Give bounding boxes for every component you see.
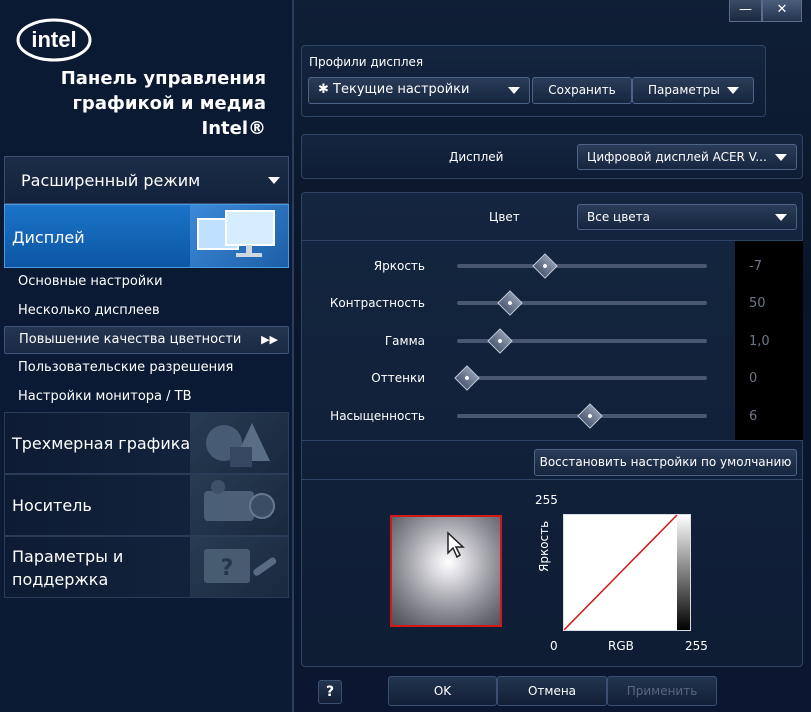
slider-value: -7 xyxy=(749,259,762,274)
slider-value: 50 xyxy=(749,296,766,311)
mode-selector[interactable]: Расширенный режим xyxy=(4,156,289,204)
graph-y-label: Яркость xyxy=(537,520,551,572)
gamma-curve xyxy=(563,514,690,631)
chevron-down-icon xyxy=(775,154,787,161)
graph-x-min: 0 xyxy=(550,639,558,653)
color-channel-value: Все цвета xyxy=(587,210,650,224)
nav-3d-graphics[interactable]: Трехмерная графика xyxy=(4,412,289,474)
close-button[interactable]: ✕ xyxy=(762,0,802,22)
nav-media[interactable]: Носитель xyxy=(4,474,289,536)
chevron-down-icon xyxy=(775,214,787,221)
intel-logo-text: intel xyxy=(31,27,76,52)
shapes-3d-icon xyxy=(190,413,288,473)
help-button[interactable]: ? xyxy=(318,680,342,704)
fast-forward-icon: ▶▶ xyxy=(261,333,278,346)
slider-label: Гамма xyxy=(384,334,425,348)
profile-dropdown-value: ✱ Текущие настройки xyxy=(318,82,470,97)
nav-color-enhancement-label: Повышение качества цветности xyxy=(19,332,242,347)
cancel-button[interactable]: Отмена xyxy=(497,676,607,706)
app-title: Панель управления графикой и медиа Intel… xyxy=(6,66,266,141)
brightness-slider[interactable] xyxy=(457,253,707,279)
options-button-label: Параметры xyxy=(648,83,720,97)
nav-multiple-displays[interactable]: Несколько дисплеев xyxy=(4,297,289,325)
contrast-slider[interactable] xyxy=(457,290,707,316)
hue-slider[interactable] xyxy=(454,365,707,391)
chevron-down-icon xyxy=(727,87,739,94)
divider xyxy=(302,479,802,480)
control-panel-window: — ✕ intel Панель управления графикой и м… xyxy=(0,0,811,712)
help-tools-icon: ? xyxy=(190,537,288,597)
nav-media-label: Носитель xyxy=(12,496,92,515)
slider-value: 0 xyxy=(749,371,758,386)
monitors-icon xyxy=(190,205,288,267)
app-title-line1: Панель управления xyxy=(60,68,266,89)
nav-color-enhancement[interactable]: Повышение качества цветности ▶▶ xyxy=(4,326,289,354)
profile-dropdown[interactable]: ✱ Текущие настройки xyxy=(308,77,530,104)
app-title-line2: графикой и медиа xyxy=(72,93,266,114)
app-title-line3: Intel® xyxy=(201,118,267,139)
nav-custom-resolutions[interactable]: Пользовательские разрешения xyxy=(4,354,289,382)
chevron-down-icon xyxy=(508,87,520,94)
divider xyxy=(302,240,802,241)
graph-x-max: 255 xyxy=(685,639,708,653)
apply-button[interactable]: Применить xyxy=(607,676,717,706)
slider-label: Насыщенность xyxy=(330,409,425,423)
display-dropdown-value: Цифровой дисплей ACER V... xyxy=(587,150,767,164)
curve-line xyxy=(563,514,678,631)
nav-monitor-tv-settings[interactable]: Настройки монитора / ТВ xyxy=(4,383,289,411)
saturation-slider[interactable] xyxy=(457,403,707,429)
slider-label: Оттенки xyxy=(371,371,425,385)
color-preview-image xyxy=(390,515,502,627)
svg-text:?: ? xyxy=(221,556,234,581)
display-label: Дисплей xyxy=(449,150,504,164)
save-button[interactable]: Сохранить xyxy=(532,77,632,104)
graph-y-max: 255 xyxy=(535,493,558,507)
left-navigation: intel Панель управления графикой и медиа… xyxy=(0,0,294,712)
nav-options-support-line2: поддержка xyxy=(12,570,109,589)
gamma-curve-graph xyxy=(563,514,691,631)
display-dropdown[interactable]: Цифровой дисплей ACER V... xyxy=(577,144,797,170)
nav-options-support-label: Параметры и поддержка xyxy=(12,545,123,591)
profiles-title: Профили дисплея xyxy=(309,55,424,69)
cursor-icon xyxy=(447,531,465,559)
gamma-slider[interactable] xyxy=(457,328,707,354)
mode-label: Расширенный режим xyxy=(21,171,201,190)
divider xyxy=(302,440,802,441)
color-label: Цвет xyxy=(489,210,520,224)
nav-display[interactable]: Дисплей xyxy=(4,204,289,268)
slider-label: Контрастность xyxy=(329,296,425,310)
nav-3d-graphics-label: Трехмерная графика xyxy=(12,434,191,453)
ok-button[interactable]: OK xyxy=(388,676,497,706)
chevron-down-icon xyxy=(268,177,280,184)
nav-options-support[interactable]: Параметры и поддержка ? xyxy=(4,536,289,598)
color-channel-dropdown[interactable]: Все цвета xyxy=(577,204,797,230)
graph-x-label: RGB xyxy=(608,639,634,653)
intel-logo: intel xyxy=(16,18,92,62)
minimize-button[interactable]: — xyxy=(729,0,762,22)
restore-defaults-button[interactable]: Восстановить настройки по умолчанию xyxy=(534,449,797,476)
nav-basic-settings[interactable]: Основные настройки xyxy=(4,268,289,296)
nav-display-label: Дисплей xyxy=(12,228,85,247)
slider-label: Яркость xyxy=(373,259,425,273)
options-button[interactable]: Параметры xyxy=(632,77,754,104)
slider-value: 6 xyxy=(749,409,758,424)
nav-options-support-line1: Параметры и xyxy=(12,547,124,566)
video-camera-icon xyxy=(190,475,288,535)
slider-value: 1,0 xyxy=(749,334,770,349)
